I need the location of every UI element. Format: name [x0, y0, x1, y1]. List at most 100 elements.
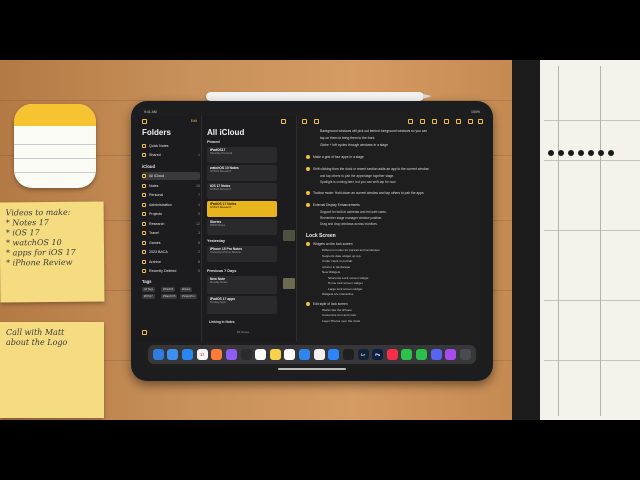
folder-count: 3: [198, 231, 200, 235]
home-indicator: [278, 368, 346, 370]
note-card-subtitle: 9/15/23 Research: [210, 206, 232, 209]
folder-row[interactable]: Quick Notes: [142, 142, 200, 150]
messages-icon[interactable]: [401, 349, 413, 360]
table-icon[interactable]: [432, 119, 437, 124]
folder-icon: [142, 144, 146, 148]
note-card[interactable]: iPadOS17 Saturday Personal: [207, 147, 277, 163]
attachment-icon[interactable]: [444, 119, 449, 124]
share-icon[interactable]: [468, 119, 473, 124]
folder-label: Recently Deleted: [149, 269, 177, 273]
note-subline: Customize font and color: [322, 313, 357, 317]
edit-button[interactable]: Edit: [191, 119, 197, 123]
icloud-folder-row[interactable]: 2023 BACA 2: [142, 248, 200, 256]
note-card[interactable]: Stories 9/8/23 Notes: [207, 219, 277, 235]
prev-label: Previous 7 Days: [207, 269, 237, 273]
folder-count: 12: [196, 221, 200, 226]
markup-icon[interactable]: [456, 119, 461, 124]
note-thumbnail: [283, 230, 295, 241]
note-card[interactable]: iPadOS 17 apps Sunday Apps: [207, 296, 277, 314]
status-battery: 100%: [471, 110, 480, 114]
note-card-subtitle: Monday Notes: [210, 281, 228, 284]
music-icon[interactable]: [386, 349, 398, 360]
app-store-icon[interactable]: [445, 349, 457, 360]
note-subline: Widgets are interactive: [322, 292, 354, 296]
tag-chip[interactable]: #VisionPro: [180, 294, 197, 299]
app-library-icon[interactable]: [459, 349, 471, 360]
folder-label: Shared: [149, 153, 161, 157]
photoshop-icon[interactable]: Ps: [372, 349, 384, 360]
expand-icon[interactable]: [302, 119, 307, 124]
tag-chip[interactable]: #Notes: [180, 287, 193, 292]
sidebar-toggle-icon[interactable]: [142, 119, 147, 124]
dock: 17 Lr Ps: [148, 345, 476, 364]
icloud-folder-row[interactable]: Travel 3: [142, 229, 200, 237]
discord-icon[interactable]: [430, 349, 442, 360]
note-card[interactable]: iPhone 15 Pro Notes Yesterday iPhone Revi…: [207, 246, 277, 262]
shortcuts-icon[interactable]: [225, 349, 237, 360]
note-subline: column in landscape: [322, 264, 351, 269]
pencil-app-icon[interactable]: [284, 349, 296, 360]
icloud-folder-row[interactable]: Games 6: [142, 239, 200, 247]
folder-label: Travel: [149, 231, 159, 235]
keynote-icon[interactable]: [328, 349, 340, 360]
mail-icon[interactable]: [182, 349, 194, 360]
notes-app-icon: [14, 104, 96, 188]
note-bullet: Make a grid of four apps in a stage: [313, 155, 364, 159]
freeform-icon[interactable]: [255, 349, 267, 360]
folder-label: Archive: [149, 259, 161, 264]
yesterday-label: Yesterday: [207, 239, 225, 243]
checklist-icon[interactable]: [420, 119, 425, 124]
folder-label: Administration: [149, 202, 172, 207]
calendar-icon[interactable]: 17: [196, 349, 208, 360]
list-item-linking[interactable]: Linking in Notes: [209, 320, 235, 324]
note-text-line: Globe + left cycles through windows in a…: [320, 143, 388, 147]
format-icon[interactable]: [408, 119, 413, 124]
compose-icon[interactable]: [478, 119, 483, 124]
clock-icon[interactable]: [240, 349, 252, 360]
icloud-folder-row[interactable]: Recently Deleted 5: [142, 267, 200, 275]
tag-chip[interactable]: #iOS17: [142, 294, 155, 299]
note-card-subtitle: Sunday Apps: [210, 301, 226, 304]
tag-chip[interactable]: #WatchOS: [161, 294, 178, 299]
folder-count: 4: [198, 202, 200, 207]
note-editor[interactable]: Background windows will pick out behind …: [298, 116, 486, 342]
tag-chip[interactable]: All Tags: [142, 287, 156, 292]
files-icon[interactable]: [299, 349, 311, 360]
notes-icon[interactable]: [269, 349, 281, 360]
icloud-folder-row[interactable]: All iCloud: [142, 172, 200, 180]
note-card[interactable]: iOS 17 Notes 9/15/23 Research: [207, 183, 277, 199]
icloud-folder-row[interactable]: Notes 15: [142, 182, 200, 190]
folder-count: 9: [198, 212, 200, 216]
delete-icon[interactable]: [314, 119, 319, 124]
icloud-folder-row[interactable]: Administration 4: [142, 201, 200, 209]
new-folder-icon[interactable]: [142, 330, 147, 335]
note-card-subtitle: 9/15/23 Research: [210, 188, 232, 191]
icloud-folder-row[interactable]: Personal 7: [142, 191, 200, 199]
finder-icon[interactable]: [152, 349, 164, 360]
folders-sidebar: Edit Folders iCloud Tags Quick Notes Shar…: [138, 116, 202, 342]
photos-icon[interactable]: [211, 349, 223, 360]
note-card[interactable]: iPadOS 17 Notes 9/15/23 Research: [207, 201, 277, 217]
folder-label: Research: [149, 221, 165, 226]
safari-icon[interactable]: [167, 349, 179, 360]
note-card-subtitle: Saturday Personal: [210, 152, 233, 155]
lightroom-icon[interactable]: Lr: [357, 349, 369, 360]
icloud-folder-row[interactable]: Projects 9: [142, 210, 200, 218]
final-cut-icon[interactable]: [342, 349, 354, 360]
folder-row[interactable]: Shared 1: [142, 151, 200, 159]
folder-icon: [142, 193, 146, 197]
cloud-icon[interactable]: [313, 349, 325, 360]
note-card-subtitle: 9/8/23 Notes: [210, 224, 226, 227]
gallery-view-icon[interactable]: [281, 119, 286, 124]
bullet-dot: [306, 203, 310, 207]
notes-count: 84 Notes: [237, 330, 250, 334]
tag-chip[interactable]: #iPadOS: [161, 287, 176, 292]
note-card[interactable]: watchOS 10 Notes 9/15/23 Research: [207, 165, 277, 181]
note-card[interactable]: New Note Monday Notes: [207, 276, 277, 294]
facetime-icon[interactable]: [416, 349, 428, 360]
folder-icon: [142, 221, 146, 226]
pinned-label: Pinned: [207, 140, 220, 144]
icloud-folder-row[interactable]: Research 12: [142, 220, 200, 228]
icloud-folder-row[interactable]: Archive 8: [142, 258, 200, 266]
note-text-line: Background windows will pick out behind …: [320, 129, 428, 133]
